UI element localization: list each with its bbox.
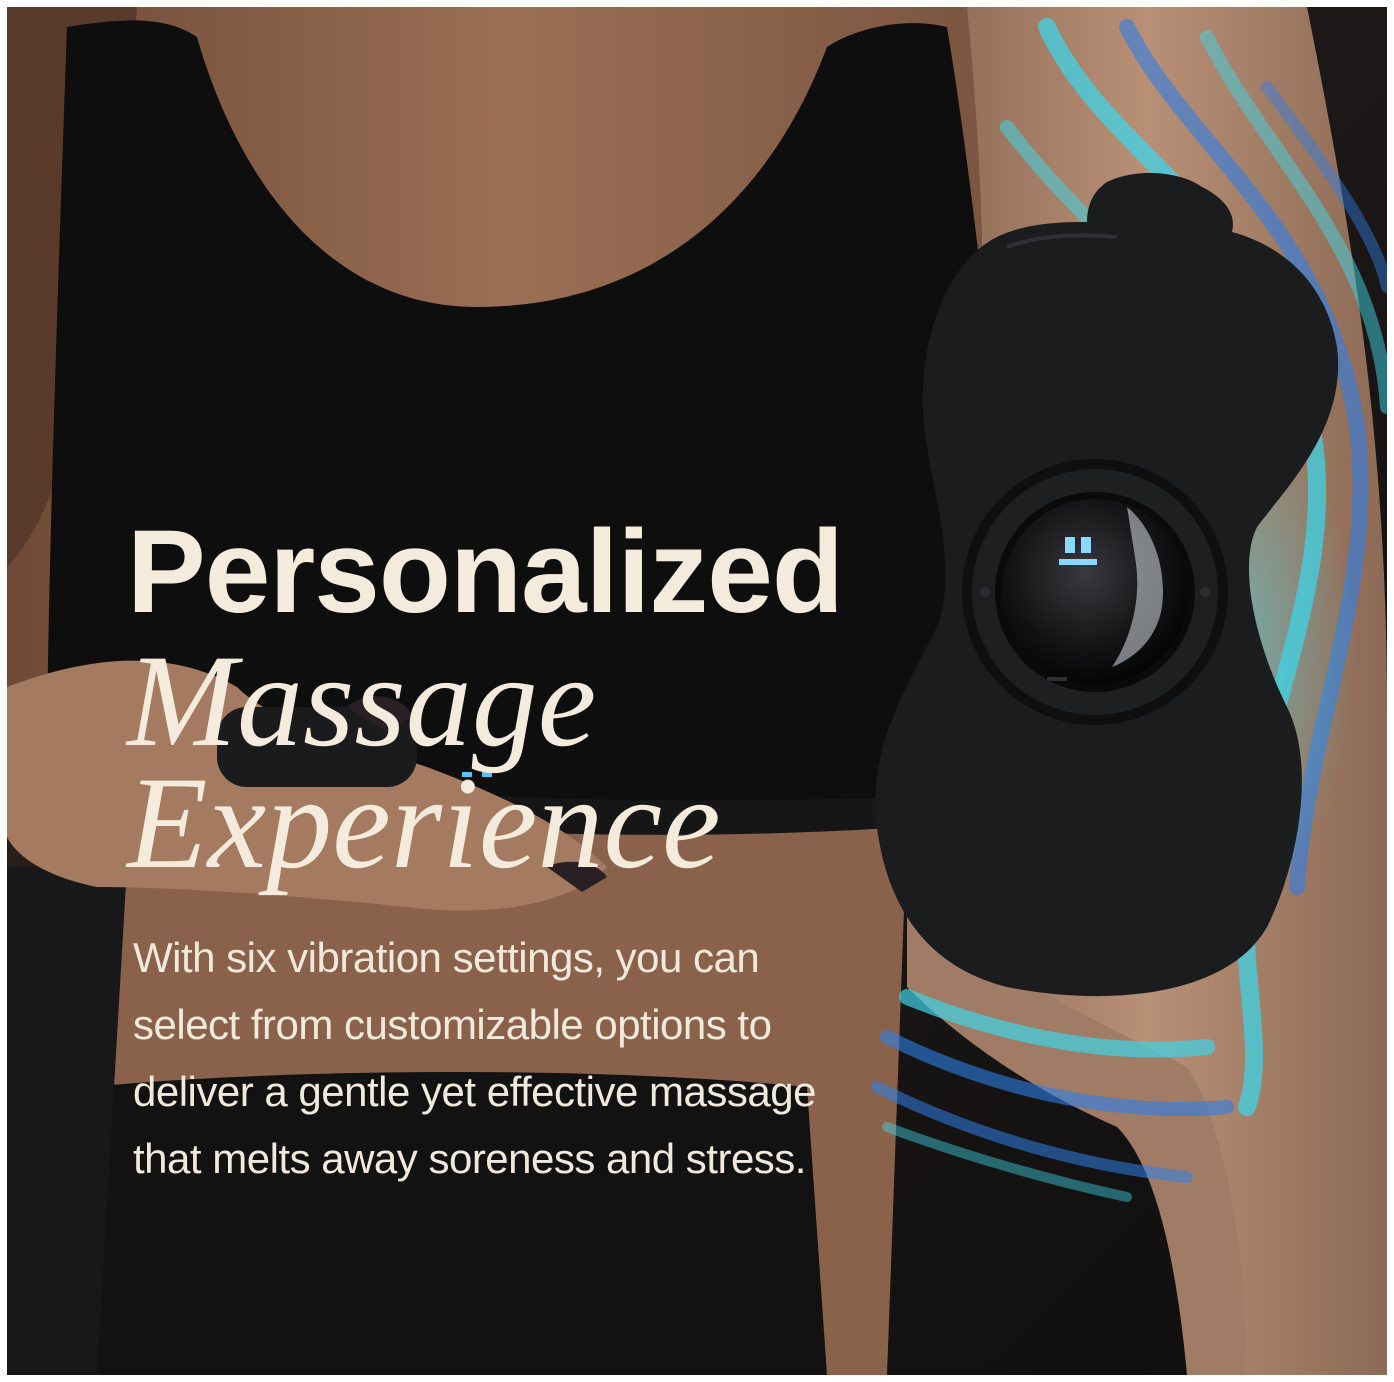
promo-copy: Personalized Massage Experience With six… [127,512,947,1192]
heading-massage: Massage [127,627,597,774]
heading-experience: Experience [127,749,721,896]
heading-personalized: Personalized [127,506,844,638]
product-image-frame: Personalized Massage Experience With six… [7,7,1387,1375]
description-text: With six vibration settings, you can sel… [133,934,816,1182]
